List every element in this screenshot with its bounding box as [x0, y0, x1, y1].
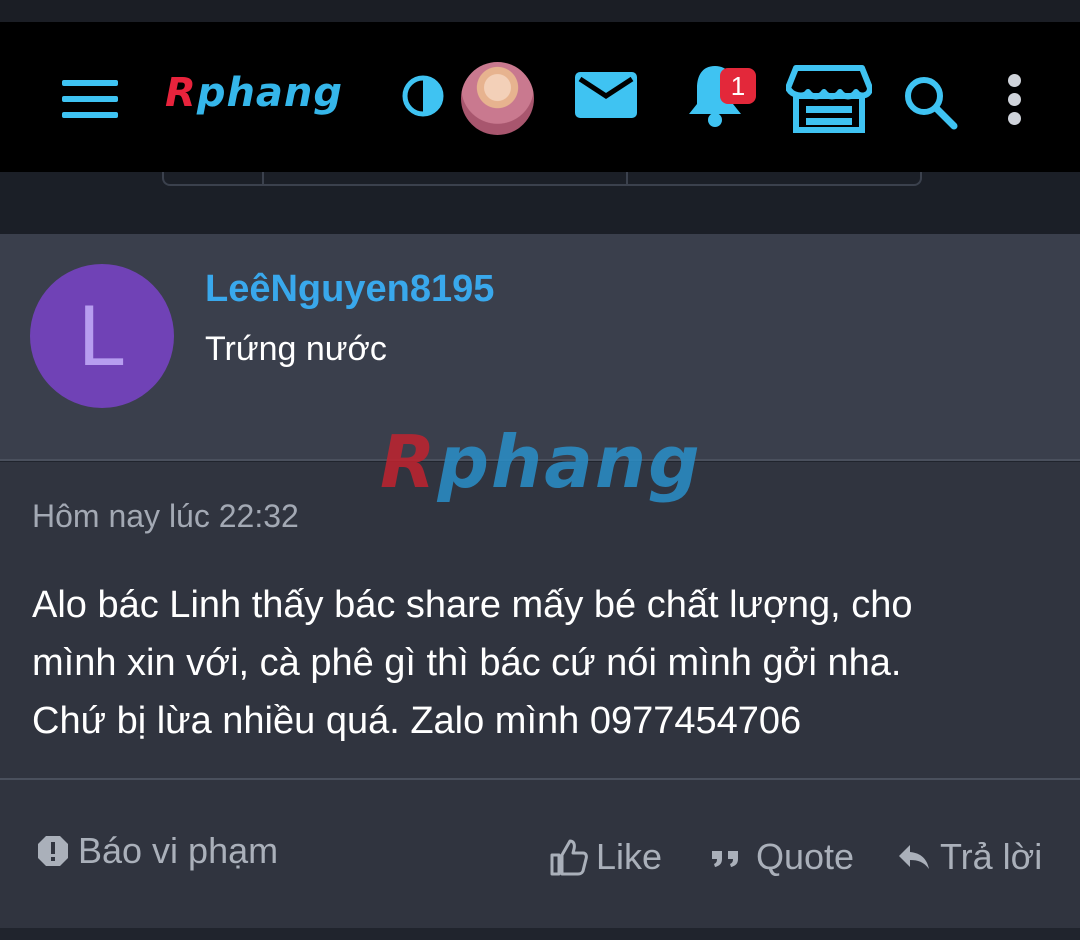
post-body: Hôm nay lúc 22:32 Alo bác Linh thấy bác …: [0, 462, 1080, 778]
report-button[interactable]: Báo vi phạm: [36, 830, 278, 872]
quote-button[interactable]: Quote: [708, 836, 854, 878]
post-actions: Báo vi phạm Like Quote Trả lời: [0, 780, 1080, 928]
mail-icon[interactable]: [575, 72, 637, 118]
poster-username[interactable]: LeêNguyen8195: [205, 268, 494, 311]
post-line: Alo bác Linh thấy bác share mấy bé chất …: [32, 584, 913, 626]
user-avatar-icon[interactable]: [461, 62, 534, 135]
watermark-logo: Rphang: [380, 420, 702, 504]
notification-badge: 1: [720, 68, 756, 104]
poster-title: Trứng nước: [205, 330, 387, 368]
reply-label: Trả lời: [940, 836, 1043, 877]
report-label: Báo vi phạm: [78, 830, 279, 871]
like-button[interactable]: Like: [548, 836, 662, 878]
reply-icon: [899, 845, 929, 869]
search-icon[interactable]: [902, 74, 958, 130]
status-bar: [0, 0, 1080, 22]
post-line: mình xin với, cà phê gì thì bác cứ nói m…: [32, 642, 902, 684]
report-icon: [38, 836, 68, 866]
more-vertical-icon[interactable]: [1008, 74, 1026, 126]
reply-button[interactable]: Trả lời: [896, 836, 1042, 878]
top-navbar: Rphang 1: [0, 22, 1080, 172]
contrast-icon[interactable]: [401, 74, 445, 118]
page-bottom-edge: [0, 928, 1080, 940]
site-logo[interactable]: Rphang: [165, 70, 343, 116]
menu-icon[interactable]: [62, 80, 118, 118]
poster-avatar[interactable]: L: [30, 264, 174, 408]
shop-icon[interactable]: [785, 64, 873, 134]
tab-strip: [0, 172, 1080, 234]
post-line: Chứ bị lừa nhiều quá. Zalo mình 09774547…: [32, 700, 802, 742]
thumbs-up-icon: [550, 839, 588, 876]
post-content: Alo bác Linh thấy bác share mấy bé chất …: [32, 576, 1052, 750]
quote-icon: [712, 851, 738, 867]
post-timestamp[interactable]: Hôm nay lúc 22:32: [32, 498, 299, 535]
tab-strip-divider: [626, 172, 628, 184]
tab-strip-divider: [262, 172, 264, 184]
like-label: Like: [596, 836, 663, 877]
tab-strip-box: [162, 172, 922, 186]
quote-label: Quote: [756, 836, 855, 877]
